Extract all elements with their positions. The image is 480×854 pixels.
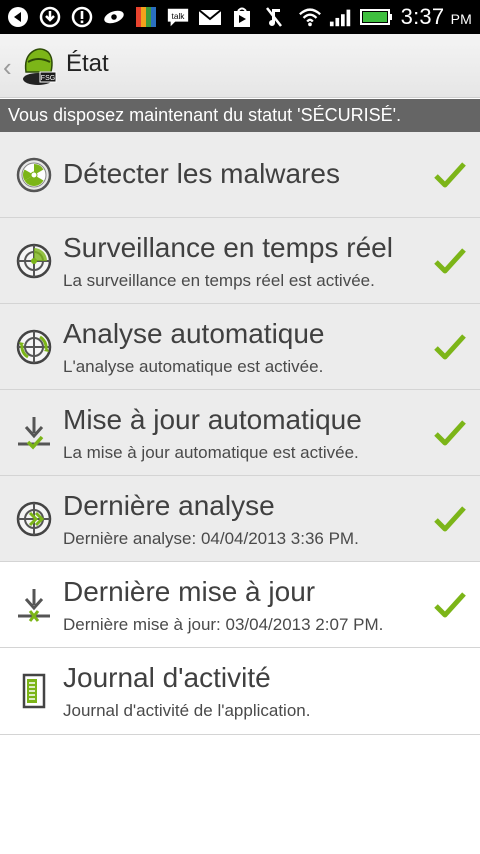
list-item-title: Dernière mise à jour [63,576,316,607]
clock-time: 3:37 [400,4,445,29]
list-item-subtitle: Dernière analyse: 04/04/2013 3:36 PM. [63,529,359,548]
logo-badge: FSG [41,75,55,82]
clock-ampm: PM [450,11,472,27]
radar-history-icon [16,501,52,537]
status-banner: Vous disposez maintenant du statut 'SÉCU… [0,99,480,132]
battery-icon [359,5,394,29]
list-item-title: Détecter les malwares [63,158,340,189]
radar-scan-icon [16,329,52,365]
status-bar: talk 3:37 PM [0,0,480,34]
list-item-title: Dernière analyse [63,490,275,521]
talk-icon: talk [166,5,190,29]
app-logo-icon[interactable]: FSG [18,44,58,88]
check-icon [433,246,467,276]
check-icon [433,160,467,190]
usb-debug-icon [6,5,30,29]
mute-icon [262,5,286,29]
list-item-subtitle: L'analyse automatique est activée. [63,357,324,376]
download-icon [38,5,62,29]
wifi-icon [298,5,322,29]
list-item-auto-scan[interactable]: Analyse automatique L'analyse automatiqu… [0,304,480,390]
list-item-last-scan[interactable]: Dernière analyse Dernière analyse: 04/04… [0,476,480,562]
list-item-auto-update[interactable]: Mise à jour automatique La mise à jour a… [0,390,480,476]
list-item-title: Mise à jour automatique [63,404,362,435]
list-item-subtitle: Journal d'activité de l'application. [63,701,311,720]
play-store-icon [230,5,254,29]
log-document-icon [16,673,52,709]
list-item-activity-log[interactable]: Journal d'activité Journal d'activité de… [0,648,480,735]
page-title: État [66,50,109,77]
check-icon [433,332,467,362]
list-item-title: Surveillance en temps réel [63,232,393,263]
list-item-subtitle: Dernière mise à jour: 03/04/2013 2:07 PM… [63,615,384,634]
signal-icon [329,5,353,29]
list-item-realtime-monitoring[interactable]: Surveillance en temps réel La surveillan… [0,218,480,304]
avg-icon [134,5,158,29]
eye-icon [102,5,126,29]
list-item-title: Analyse automatique [63,318,325,349]
list-item-title: Journal d'activité [63,662,271,693]
download-history-icon [16,587,52,623]
talk-label: talk [172,11,186,21]
action-bar: ‹ FSG État [0,34,480,98]
alert-icon [70,5,94,29]
list-item-detect-malware[interactable]: Détecter les malwares [0,132,480,218]
check-icon [433,418,467,448]
mail-icon [198,5,222,29]
list-item-last-update[interactable]: Dernière mise à jour Dernière mise à jou… [0,562,480,648]
clock: 3:37 PM [401,4,472,30]
status-list: Détecter les malwares Surveillance en te… [0,132,480,735]
list-item-subtitle: La mise à jour automatique est activée. [63,443,359,462]
list-item-subtitle: La surveillance en temps réel est activé… [63,271,375,290]
check-icon [433,504,467,534]
check-icon [433,590,467,620]
radar-target-icon [16,243,52,279]
back-chevron-icon[interactable]: ‹ [3,52,12,83]
radiation-icon [16,157,52,193]
download-check-icon [16,415,52,451]
